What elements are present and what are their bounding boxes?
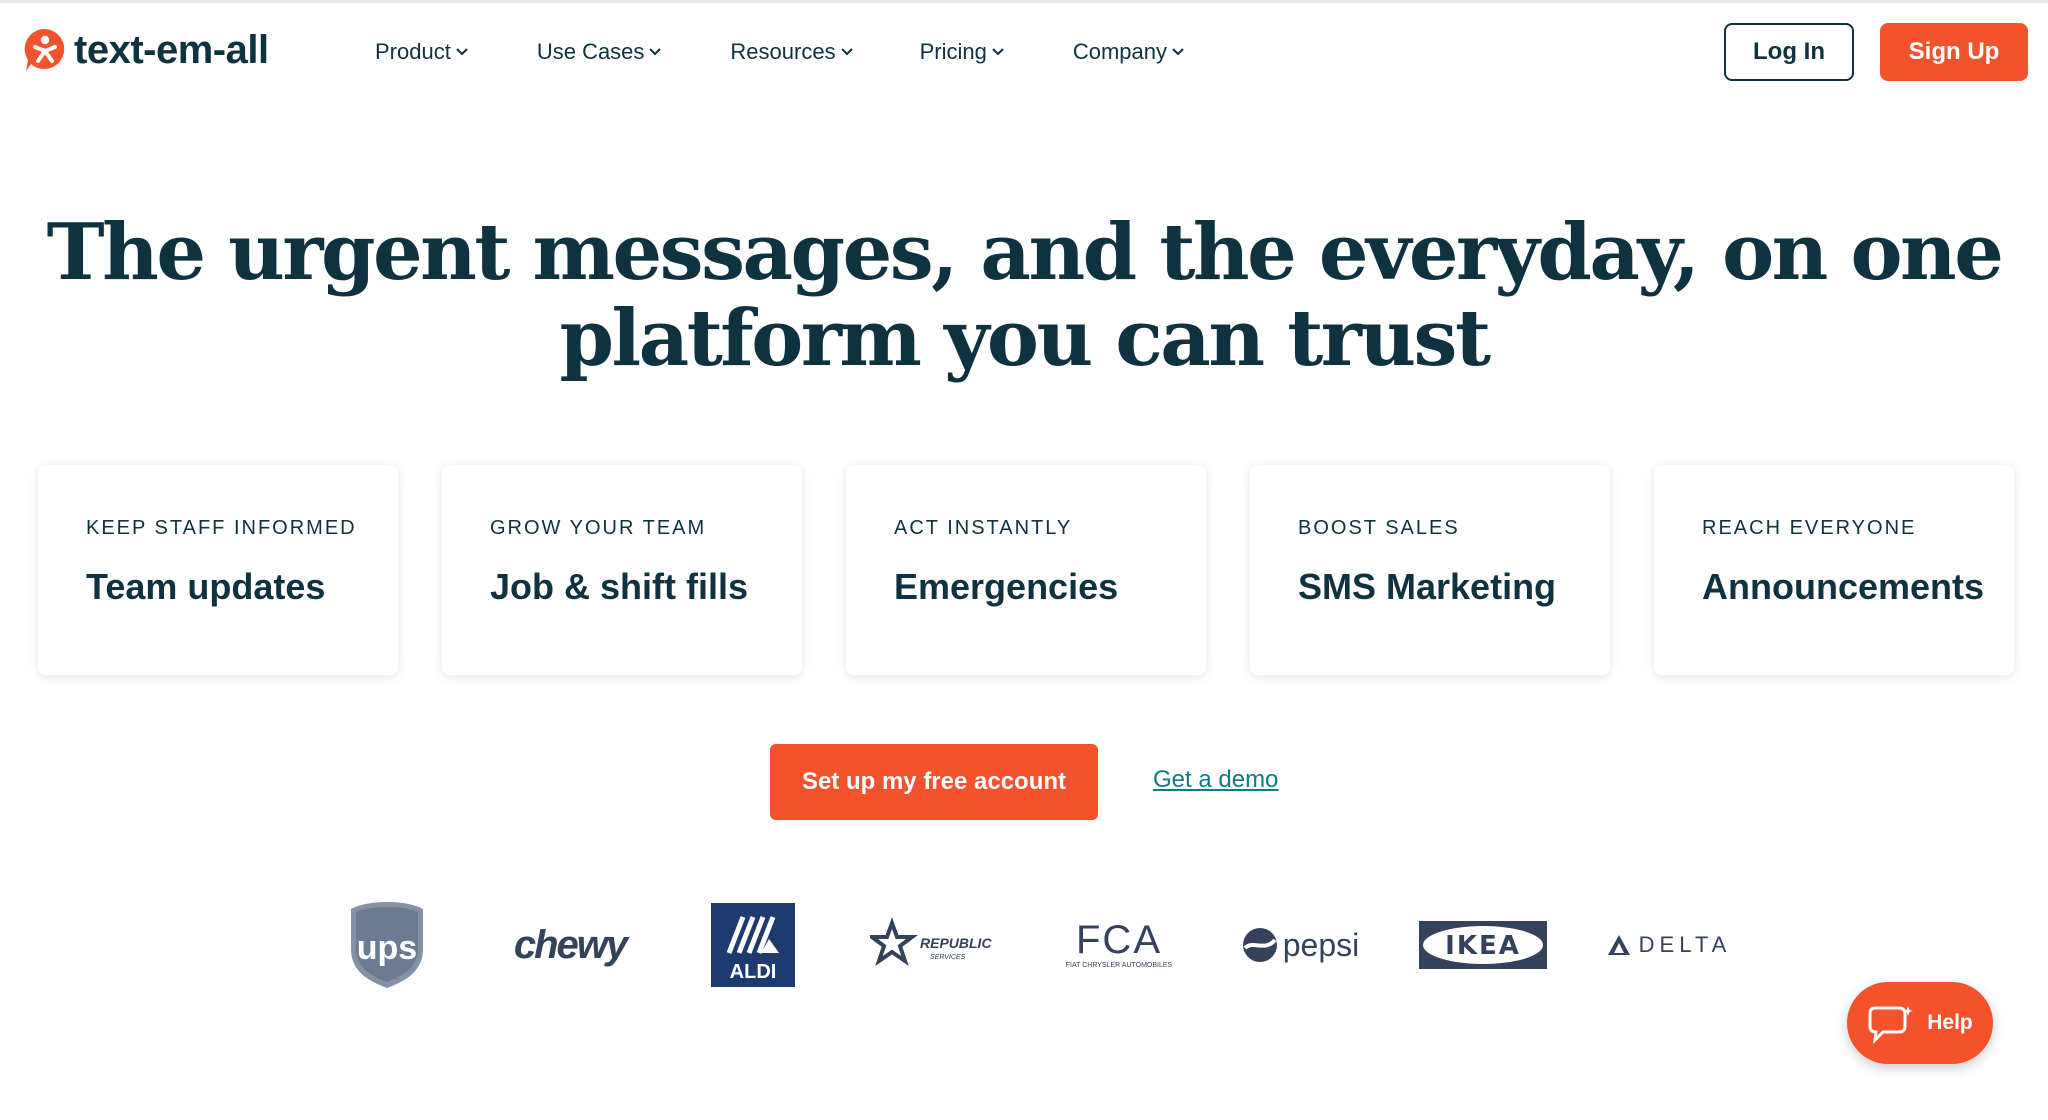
nav-pricing[interactable]: Pricing — [920, 39, 1005, 65]
card-kicker: GROW YOUR TEAM — [490, 517, 707, 539]
chevron-down-icon — [840, 48, 853, 56]
card-title: Job & shift fills — [490, 566, 749, 607]
nav-resources[interactable]: Resources — [730, 39, 853, 65]
card-title: SMS Marketing — [1298, 566, 1557, 607]
card-job-shift-fills[interactable]: GROW YOUR TEAM Job & shift fills — [442, 465, 802, 675]
card-emergencies[interactable]: ACT INSTANTLY Emergencies — [846, 465, 1206, 675]
svg-text:FIAT CHRYSLER AUTOMOBILES: FIAT CHRYSLER AUTOMOBILES — [1066, 962, 1173, 969]
nav-company[interactable]: Company — [1073, 39, 1185, 65]
svg-text:ups: ups — [357, 929, 417, 967]
nav-company-label: Company — [1072, 39, 1167, 64]
help-label: Help — [1927, 1011, 1973, 1034]
card-kicker: KEEP STAFF INFORMED — [86, 517, 357, 539]
pepsi-logo: pepsi — [1237, 895, 1363, 995]
svg-text:FCA: FCA — [1076, 918, 1162, 962]
brand-name: text-em-all — [74, 27, 269, 72]
svg-text:REPUBLIC: REPUBLIC — [920, 935, 992, 951]
svg-text:ALDI: ALDI — [730, 961, 777, 983]
chat-bubbles-icon — [1868, 1006, 1914, 1044]
card-kicker: ACT INSTANTLY — [894, 517, 1073, 539]
chevron-down-icon — [649, 48, 662, 56]
nav-product[interactable]: Product — [375, 39, 469, 65]
use-case-cards: KEEP STAFF INFORMED Team updates GROW YO… — [38, 465, 2014, 675]
nav-use-cases-label: Use Cases — [536, 39, 645, 64]
site-header: text-em-all Product Use Cases Resources … — [0, 3, 2048, 103]
chewy-logo: chewy — [513, 922, 628, 967]
setup-free-account-button[interactable]: Set up my free account — [770, 744, 1098, 820]
chevron-down-icon — [992, 48, 1004, 56]
chevron-down-icon — [456, 48, 468, 56]
delta-logo: DELTA — [1604, 895, 1734, 995]
main-nav: Product Use Cases Resources Pricing Comp… — [375, 39, 1185, 65]
card-title: Announcements — [1702, 566, 1985, 607]
nav-resources-label: Resources — [730, 39, 836, 64]
republic-services-logo: REPUBLIC SERVICES — [870, 895, 1000, 995]
customer-logos: ups chewy ALDI REPUBLIC SERVICES FCA FIA… — [330, 895, 1750, 995]
card-title: Team updates — [86, 566, 326, 607]
get-demo-link[interactable]: Get a demo — [1153, 766, 1278, 794]
ikea-logo: IKEA — [1419, 895, 1547, 995]
card-title: Emergencies — [894, 566, 1119, 607]
card-kicker: REACH EVERYONE — [1702, 517, 1917, 539]
brand-logo[interactable]: text-em-all — [22, 27, 269, 73]
hero-title: The urgent messages, and the everyday, o… — [46, 207, 2004, 384]
brand-logo-mark-icon — [24, 28, 65, 71]
aldi-logo: ALDI — [711, 895, 795, 995]
ups-logo: ups — [348, 895, 426, 995]
fca-logo: FCA FIAT CHRYSLER AUTOMOBILES — [1054, 895, 1184, 995]
nav-use-cases[interactable]: Use Cases — [537, 39, 663, 65]
svg-text:IKEA: IKEA — [1445, 931, 1521, 961]
chevron-down-icon — [1172, 48, 1184, 56]
card-announcements[interactable]: REACH EVERYONE Announcements — [1654, 465, 2014, 675]
card-kicker: BOOST SALES — [1298, 517, 1460, 539]
card-team-updates[interactable]: KEEP STAFF INFORMED Team updates — [38, 465, 398, 675]
help-button[interactable]: Help — [1847, 982, 1993, 1064]
svg-text:SERVICES: SERVICES — [930, 954, 966, 961]
nav-pricing-label: Pricing — [919, 39, 987, 64]
login-button[interactable]: Log In — [1724, 23, 1854, 81]
signup-button[interactable]: Sign Up — [1880, 23, 2028, 81]
card-sms-marketing[interactable]: BOOST SALES SMS Marketing — [1250, 465, 1610, 675]
nav-product-label: Product — [375, 39, 451, 64]
